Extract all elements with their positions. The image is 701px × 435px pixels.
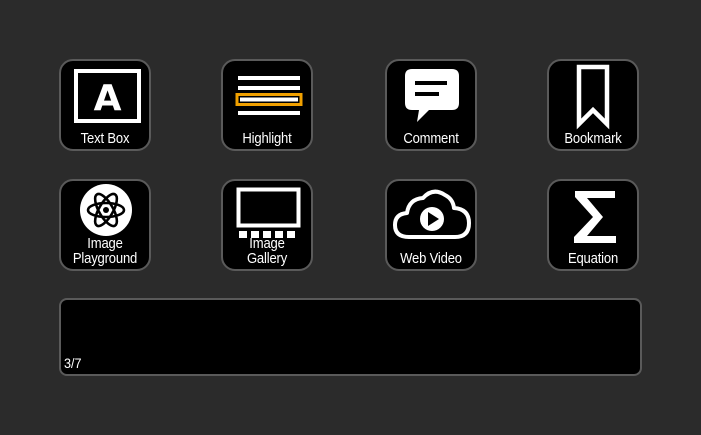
image-playground-label-line1: Image [87, 236, 123, 252]
image-playground-label-line2: Playground [72, 251, 138, 267]
page-strip[interactable]: 3/7 [59, 298, 642, 376]
comment-label: Comment [403, 131, 459, 147]
image-gallery-button[interactable]: Image Gallery [221, 179, 313, 271]
equation-label: Equation [567, 251, 619, 267]
image-gallery-label: Image Gallery [227, 237, 306, 267]
svg-text:A: A [94, 78, 122, 119]
bookmark-button[interactable]: Bookmark [547, 59, 639, 151]
page-counter: 3/7 [64, 355, 82, 371]
comment-button[interactable]: Comment [385, 59, 477, 151]
equation-button[interactable]: Equation [547, 179, 639, 271]
highlight-button[interactable]: Highlight [221, 59, 313, 151]
web-video-button[interactable]: Web Video [385, 179, 477, 271]
highlight-label: Highlight [242, 131, 292, 147]
image-playground-button[interactable]: Image Playground [59, 179, 151, 271]
image-gallery-label-line1: Image [249, 236, 285, 252]
image-gallery-label-line2: Gallery [246, 251, 288, 267]
text-box-label: Text Box [80, 131, 130, 147]
bookmark-label: Bookmark [564, 131, 622, 147]
image-playground-label: Image Playground [65, 237, 144, 267]
text-box-button[interactable]: A Text Box [59, 59, 151, 151]
web-video-label: Web Video [400, 251, 462, 267]
